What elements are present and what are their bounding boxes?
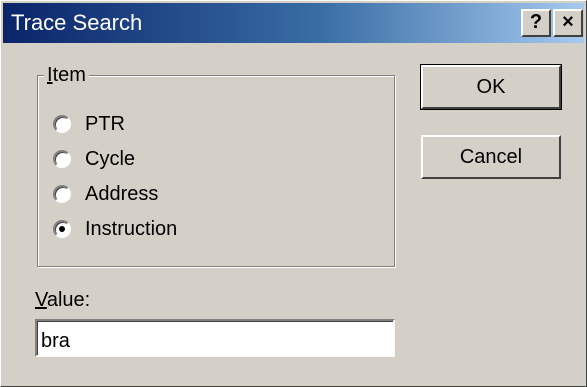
radio-button-address[interactable]	[53, 185, 71, 203]
radio-button-ptr[interactable]	[53, 115, 71, 133]
cancel-button[interactable]: Cancel	[421, 135, 561, 179]
radio-button-cycle[interactable]	[53, 150, 71, 168]
window-title: Trace Search	[11, 10, 143, 35]
help-button[interactable]: ?	[521, 9, 551, 37]
radio-ptr[interactable]: PTR	[53, 109, 125, 139]
close-button[interactable]: ×	[553, 9, 583, 37]
radio-label-instruction: Instruction	[85, 217, 178, 240]
radio-instruction[interactable]: Instruction	[53, 214, 177, 244]
radio-cycle[interactable]: Cycle	[53, 144, 135, 174]
value-label: Value:	[35, 289, 91, 311]
ok-button[interactable]: OK	[420, 64, 562, 110]
radio-label-address: Address	[85, 182, 159, 205]
radio-label-ptr: PTR	[85, 112, 125, 135]
value-input[interactable]	[35, 319, 395, 357]
radio-button-instruction[interactable]	[53, 220, 71, 238]
title-bar[interactable]: Trace Search ? ×	[3, 3, 584, 43]
radio-label-cycle: Cycle	[85, 147, 136, 170]
item-group-label: Item	[44, 63, 89, 87]
trace-search-dialog: Trace Search ? × Item PTR Cycle Address …	[0, 0, 587, 387]
radio-address[interactable]: Address	[53, 179, 158, 209]
